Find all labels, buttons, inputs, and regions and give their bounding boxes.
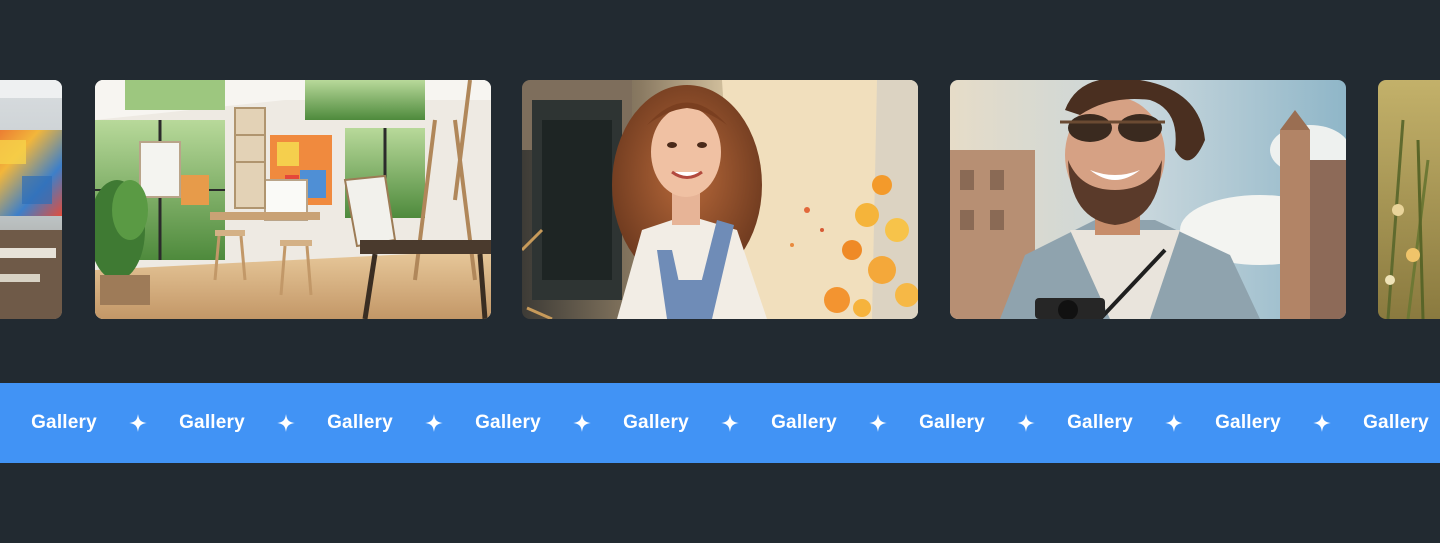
- four-point-star-icon: [408, 383, 460, 463]
- marquee-item: Gallery: [1000, 383, 1148, 463]
- four-point-star-icon: [1000, 383, 1052, 463]
- gallery-image-card[interactable]: [950, 80, 1346, 319]
- art-studio-interior-image: [95, 80, 491, 319]
- abstract-painting-studio-image: [0, 80, 62, 319]
- smiling-woman-painter-image: [522, 80, 918, 319]
- marquee-item: Gallery: [112, 383, 260, 463]
- marquee-label: Gallery: [475, 412, 541, 433]
- marquee-label: Gallery: [771, 412, 837, 433]
- image-carousel: [0, 80, 1440, 319]
- four-point-star-icon: [260, 383, 312, 463]
- gallery-image-card[interactable]: [1378, 80, 1440, 319]
- marquee-label: Gallery: [1215, 412, 1281, 433]
- marquee-item: Gallery: [852, 383, 1000, 463]
- marquee-track: Gallery Gallery Gallery Gallery Gallery: [0, 383, 1440, 463]
- marquee-item: Gallery: [1296, 383, 1440, 463]
- marquee-label: Gallery: [179, 412, 245, 433]
- four-point-star-icon: [556, 383, 608, 463]
- gallery-marquee-band: Gallery Gallery Gallery Gallery Gallery: [0, 383, 1440, 463]
- marquee-label: Gallery: [623, 412, 689, 433]
- marquee-item: Gallery: [704, 383, 852, 463]
- sunlit-plants-image: [1378, 80, 1440, 319]
- four-point-star-icon: [852, 383, 904, 463]
- four-point-star-icon: [112, 383, 164, 463]
- marquee-label: Gallery: [1363, 412, 1429, 433]
- marquee-item: Gallery: [0, 383, 112, 463]
- gallery-image-card[interactable]: [522, 80, 918, 319]
- marquee-label: Gallery: [919, 412, 985, 433]
- four-point-star-icon: [704, 383, 756, 463]
- marquee-label: Gallery: [1067, 412, 1133, 433]
- marquee-item: Gallery: [556, 383, 704, 463]
- gallery-image-card[interactable]: [0, 80, 62, 319]
- marquee-item: Gallery: [1148, 383, 1296, 463]
- four-point-star-icon: [1296, 383, 1348, 463]
- marquee-item: Gallery: [408, 383, 556, 463]
- four-point-star-icon: [0, 383, 16, 463]
- marquee-label: Gallery: [31, 412, 97, 433]
- marquee-item: Gallery: [260, 383, 408, 463]
- smiling-man-sunglasses-image: [950, 80, 1346, 319]
- four-point-star-icon: [1148, 383, 1200, 463]
- gallery-image-card[interactable]: [95, 80, 491, 319]
- marquee-label: Gallery: [327, 412, 393, 433]
